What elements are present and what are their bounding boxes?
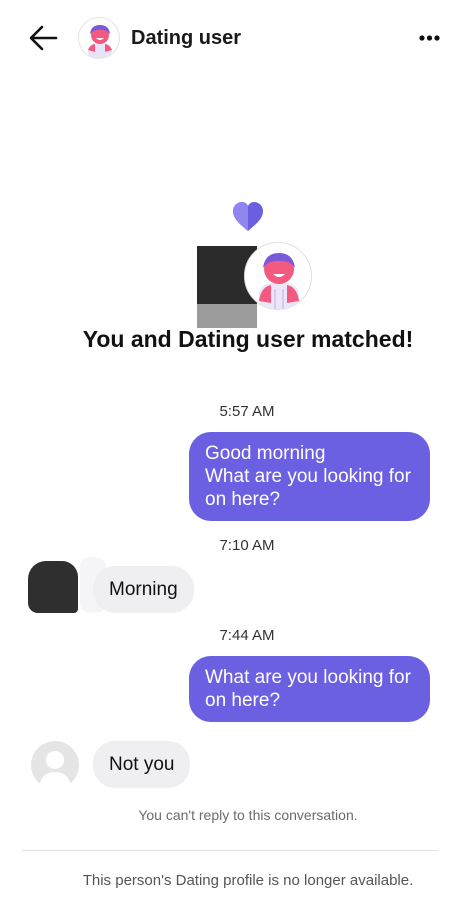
outgoing-message-bubble[interactable]: Good morning What are you looking for on… xyxy=(189,432,430,521)
match-title: You and Dating user matched! xyxy=(82,326,414,352)
chat-title: Dating user xyxy=(131,27,242,49)
incoming-message-bubble[interactable]: Not you xyxy=(93,741,191,788)
timestamp: 7:44 AM xyxy=(219,627,275,644)
timestamp: 7:10 AM xyxy=(219,537,275,554)
redaction-dark xyxy=(28,561,78,613)
back-button[interactable] xyxy=(24,20,64,56)
avatar[interactable] xyxy=(78,17,120,59)
divider xyxy=(22,850,438,851)
profile-unavailable-note: This person's Dating profile is no longe… xyxy=(82,872,414,889)
chat-screen: Dating user You and Dating user matched!… xyxy=(0,0,460,901)
incoming-message-bubble[interactable]: Morning xyxy=(93,566,194,613)
message-line: Not you xyxy=(109,754,175,775)
outgoing-message-bubble[interactable]: What are you looking for on here? xyxy=(189,656,430,722)
arrow-left-icon xyxy=(29,25,58,51)
default-avatar xyxy=(31,741,79,789)
message-line: What are you looking for xyxy=(205,466,411,487)
heart-icon xyxy=(233,202,263,231)
dating-user-avatar-illustration xyxy=(259,253,299,309)
user-silhouette-icon xyxy=(39,751,71,789)
chat-header: Dating user xyxy=(0,0,460,78)
more-horizontal-icon xyxy=(419,35,440,41)
redaction-gray xyxy=(197,304,257,328)
timestamp: 5:57 AM xyxy=(219,403,275,420)
match-avatar xyxy=(244,242,312,310)
message-line: What are you looking for xyxy=(205,667,411,688)
message-line: on here? xyxy=(205,489,281,510)
dating-user-avatar-illustration xyxy=(88,25,112,58)
more-options-button[interactable] xyxy=(414,24,448,52)
message-line: Good morning xyxy=(205,443,326,464)
message-line: on here? xyxy=(205,690,281,711)
cannot-reply-notice: You can't reply to this conversation. xyxy=(138,807,358,823)
message-line: Morning xyxy=(109,579,178,600)
